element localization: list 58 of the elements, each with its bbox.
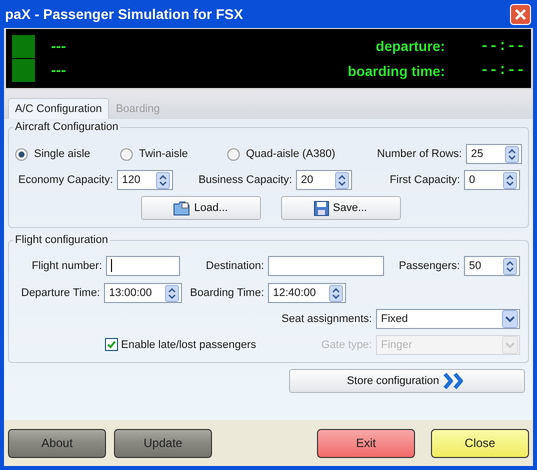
window-title: paX - Passenger Simulation for FSX — [5, 6, 244, 22]
load-button[interactable]: Load... — [140, 196, 260, 220]
radio-button[interactable] — [120, 148, 133, 160]
radio-option[interactable]: Single aisle — [15, 148, 120, 160]
spin-arrows-icon[interactable] — [505, 146, 519, 163]
field-label: Gate type: — [321, 338, 373, 350]
tab[interactable]: A/C Configuration — [8, 98, 109, 119]
time-readout: --:-- — [478, 38, 525, 55]
spin-arrows-icon[interactable] — [156, 172, 170, 189]
radio-button[interactable] — [227, 148, 240, 160]
footer-button[interactable]: Exit — [317, 428, 415, 458]
number-field[interactable]: 20 — [296, 170, 352, 190]
radio-option[interactable]: Twin-aisle — [120, 148, 227, 160]
number-field[interactable]: 50 — [464, 256, 520, 276]
group-title: Flight configuration — [14, 234, 109, 246]
spin-arrows-icon[interactable] — [335, 172, 349, 189]
time-readout: --:-- — [478, 62, 525, 80]
status-text: --- — [51, 38, 67, 55]
radio-option[interactable]: Quad-aisle (A380) — [227, 148, 363, 160]
checkbox-option[interactable]: Enable late/lost passengers — [105, 338, 261, 351]
folder-icon — [173, 200, 190, 216]
time-field[interactable]: 12:40:00 — [268, 282, 346, 302]
field-label: Number of Rows: — [376, 148, 463, 160]
spin-arrows-icon[interactable] — [503, 258, 517, 274]
time-field[interactable]: 13:00:00 — [104, 282, 182, 302]
display-label: boarding time: — [348, 62, 445, 79]
spin-arrows-icon[interactable] — [165, 284, 179, 302]
field-label: Flight number: — [30, 260, 103, 272]
footer-button[interactable]: About — [8, 428, 106, 458]
field-label: Passengers: — [398, 260, 461, 272]
save-button[interactable]: Save... — [280, 196, 400, 220]
spin-arrows-icon[interactable] — [329, 284, 343, 302]
checkbox[interactable] — [105, 338, 118, 351]
spin-arrows-icon[interactable] — [503, 172, 517, 189]
indicator-light — [12, 59, 35, 82]
group-title: Aircraft Configuration — [14, 121, 120, 133]
field-label: Departure Time: — [20, 286, 101, 298]
number-field[interactable]: 0 — [464, 170, 520, 190]
status-text: --- — [51, 62, 67, 80]
dropdown[interactable]: Fixed — [376, 308, 520, 328]
close-icon[interactable] — [510, 4, 531, 24]
text-cursor — [111, 259, 112, 272]
field-label: First Capacity: — [388, 174, 461, 186]
field-label: Seat assignments: — [282, 312, 373, 324]
field-label: Destination: — [204, 260, 265, 272]
text-field[interactable] — [106, 256, 180, 276]
field-label: Business Capacity: — [197, 174, 293, 186]
store-configuration-button[interactable]: Store configuration — [289, 369, 525, 393]
field-label: Economy Capacity: — [17, 174, 114, 186]
footer-button[interactable]: Close — [431, 428, 529, 458]
footer-button[interactable]: Update — [114, 428, 212, 458]
number-field[interactable]: 25 — [466, 144, 522, 164]
indicator-light — [12, 34, 35, 58]
text-field[interactable] — [268, 256, 384, 276]
field-label: Boarding Time: — [189, 286, 265, 298]
display-label: departure: — [376, 38, 445, 54]
radio-button[interactable] — [15, 148, 28, 160]
number-field[interactable]: 120 — [117, 170, 173, 190]
